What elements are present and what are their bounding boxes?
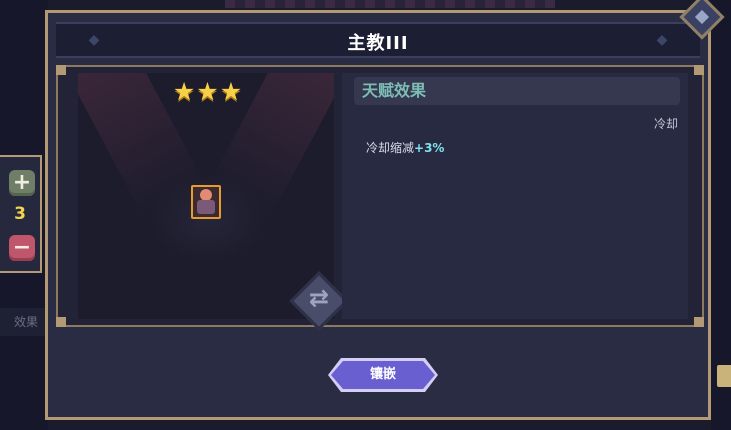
frame-corner-ornament [694, 65, 704, 75]
dialog-title: 主教III [347, 33, 409, 54]
minus-icon: − [12, 235, 32, 260]
decrease-button[interactable]: − [9, 235, 35, 261]
frame-corner-ornament [56, 317, 66, 327]
background-effect-tab[interactable]: 效果 [0, 308, 48, 336]
talent-info-pane: 天赋效果 冷却 冷却缩减+3% [342, 73, 688, 319]
embed-button[interactable]: 镶嵌 [331, 361, 435, 389]
quantity-count: 3 [14, 204, 26, 224]
dialog-title-bar: ◆ 主教III ◆ [56, 22, 700, 58]
content-frame: ★★★ 天赋效果 冷却 冷却缩减+3% [56, 65, 704, 331]
increase-button[interactable]: + [9, 170, 35, 196]
frame-corner-ornament [56, 65, 66, 75]
talent-category-label: 冷却 [653, 117, 678, 131]
talent-dialog: ◆ 主教III ◆ ★★★ 天赋效果 冷却 冷却缩减+3% 镶嵌 [45, 0, 725, 420]
effect-value: +3% [414, 141, 445, 155]
effect-label: 冷却缩减 [366, 141, 415, 155]
character-preview-pane: ★★★ [78, 73, 334, 319]
talent-effect-header: 天赋效果 [354, 77, 680, 105]
talent-effect-line: 冷却缩减+3% [366, 139, 444, 156]
frame-corner-ornament [694, 317, 704, 327]
background-top-decoration [225, 0, 555, 8]
character-portrait-icon[interactable] [191, 185, 221, 219]
background-right-chip[interactable] [717, 365, 731, 387]
character-body [197, 200, 215, 214]
quantity-side-panel: + 3 − [0, 155, 42, 273]
star-rating: ★★★ [172, 77, 244, 106]
title-right-ornament-icon: ◆ [656, 32, 668, 48]
plus-icon: + [12, 170, 32, 195]
